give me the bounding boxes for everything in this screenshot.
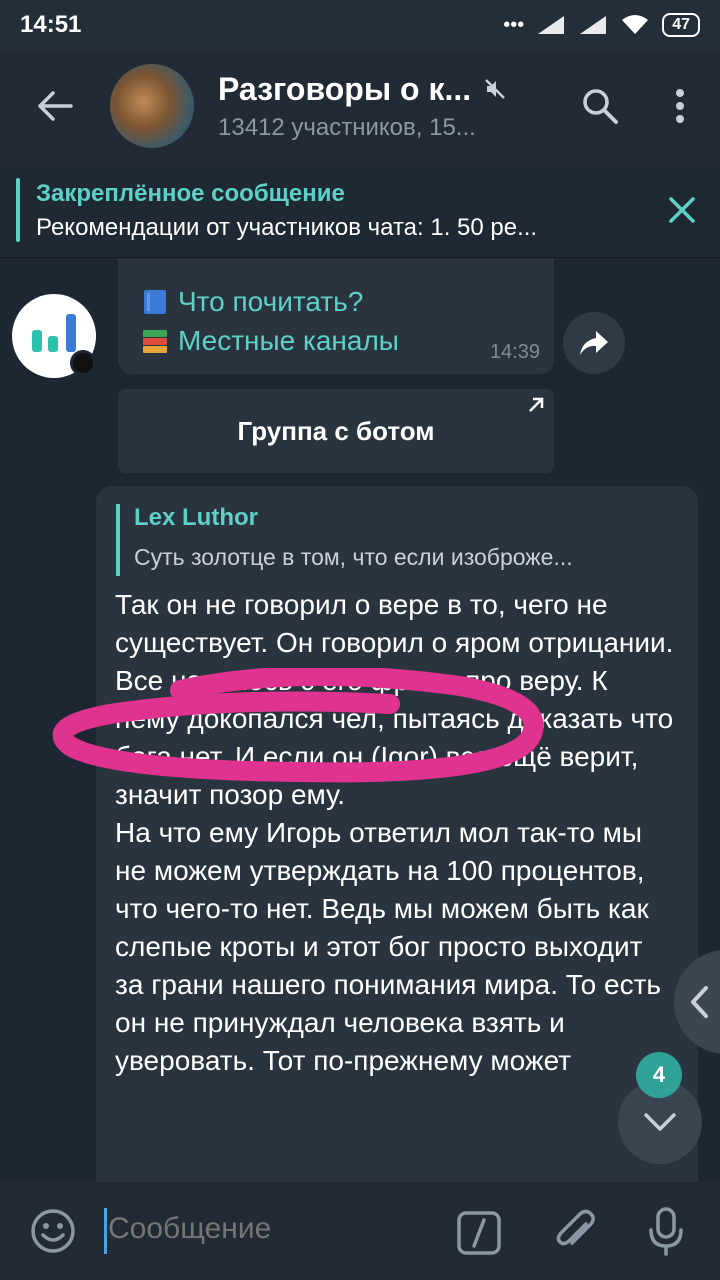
link-local-channels-label: Местные каналы (178, 325, 399, 356)
battery-level: 47 (672, 16, 690, 33)
pinned-indicator (16, 178, 20, 242)
links-message: Что почитать? Местные каналы 14:39 (118, 258, 554, 374)
more-vertical-icon (676, 89, 684, 123)
muted-icon (485, 79, 506, 99)
pinned-message[interactable]: Закреплённое сообщение Рекомендации от у… (0, 162, 720, 258)
pinned-title: Закреплённое сообщение (36, 180, 345, 207)
online-status-dot (70, 350, 96, 376)
pinned-text: Рекомендации от участников чата: 1. 50 р… (36, 214, 538, 241)
inline-button-bot-group[interactable]: Группа с ботом (118, 389, 554, 473)
share-arrow-icon (580, 331, 608, 355)
quoted-message[interactable]: Lex Luthor Суть золотце в том, что если … (96, 486, 698, 1182)
status-time: 14:51 (20, 11, 82, 38)
message-paragraph: Все началось с его фразы про веру. К нем… (115, 665, 674, 810)
close-icon (669, 197, 695, 223)
attach-button[interactable] (552, 1206, 598, 1261)
slash-command-icon (457, 1211, 501, 1255)
arrow-left-icon (38, 91, 73, 121)
more-notifications-icon: ••• (503, 13, 525, 36)
signal-2-icon (580, 16, 607, 34)
chat-area[interactable]: Что почитать? Местные каналы 14:39 Групп… (0, 258, 720, 1182)
chat-title-block[interactable]: Разговоры о к... 13412 участников, 15... (218, 71, 560, 142)
smiley-icon (31, 1209, 75, 1253)
bot-commands-button[interactable] (456, 1210, 502, 1261)
blue-book-icon (144, 290, 166, 314)
microphone-icon (649, 1207, 683, 1256)
reply-text: Суть золотце в том, что если изоброже... (134, 544, 573, 570)
external-link-icon (529, 397, 544, 412)
link-what-to-read[interactable]: Что почитать? (140, 286, 363, 318)
status-bar: 14:51 ••• 47 (0, 0, 720, 50)
voice-message-button[interactable] (646, 1206, 686, 1261)
search-button[interactable] (560, 50, 640, 162)
message-text: Так он не говорил о вере в то, чего не с… (115, 586, 675, 1080)
unread-count-badge: 4 (636, 1052, 682, 1098)
message-paragraph: Так он не говорил о вере в то, чего не с… (115, 589, 674, 658)
search-icon (583, 89, 618, 124)
status-icons: ••• 47 (503, 13, 700, 37)
emoji-button[interactable] (30, 1208, 76, 1259)
chat-avatar[interactable] (110, 64, 194, 148)
reply-author: Lex Luthor (134, 504, 258, 531)
chevron-down-icon (644, 1113, 676, 1131)
message-input-bar (0, 1182, 720, 1280)
wifi-icon (622, 15, 649, 34)
more-menu-button[interactable] (640, 50, 720, 162)
chat-title: Разговоры о к... (218, 70, 472, 107)
text-cursor (104, 1208, 107, 1254)
back-button[interactable] (0, 50, 110, 162)
chat-subtitle: 13412 участников, 15... (218, 113, 476, 141)
link-local-channels[interactable]: Местные каналы (140, 325, 399, 357)
reply-quote[interactable]: Lex Luthor Суть золотце в том, что если … (116, 504, 676, 576)
message-time: 14:39 (489, 341, 540, 363)
message-input[interactable] (108, 1212, 438, 1246)
inline-button-label: Группа с ботом (237, 415, 435, 446)
paperclip-icon (556, 1209, 595, 1246)
battery-icon: 47 (662, 13, 700, 37)
signal-icon (538, 16, 565, 34)
pinned-close-button[interactable] (664, 192, 700, 228)
books-icon (143, 330, 167, 353)
chevron-left-icon (691, 986, 708, 1018)
message-paragraph: На что ему Игорь ответил мол так-то мы н… (115, 817, 661, 1076)
link-what-to-read-label: Что почитать? (178, 286, 364, 317)
chat-header: Разговоры о к... 13412 участников, 15... (0, 50, 720, 162)
forward-button[interactable] (563, 312, 625, 374)
